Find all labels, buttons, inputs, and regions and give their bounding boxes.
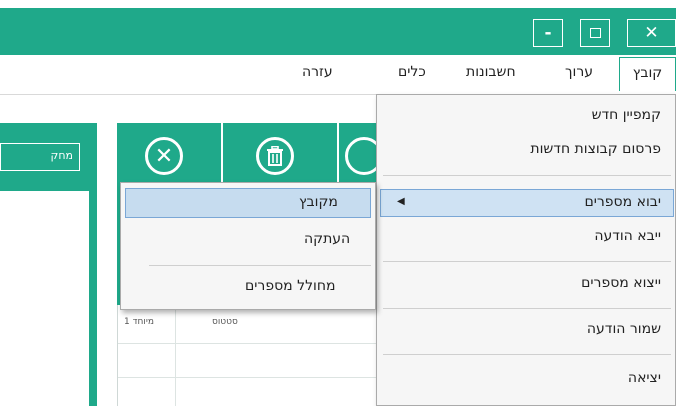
maximize-button[interactable] [580,19,610,47]
file-menu-dropdown: קמפיין חדש פרסום קבוצות חדשות ◀ יבוא מספ… [376,94,676,406]
menu-item-save-message[interactable]: שמור הודעה [587,321,661,337]
menu-separator [383,308,671,309]
menu-separator [383,354,671,355]
menu-edit[interactable]: ערוך [565,64,593,80]
submenu-item-number-generator[interactable]: מחולל מספרים [245,278,336,294]
minimize-button[interactable]: - [533,19,563,47]
maximize-icon [589,28,601,38]
submenu-item-copy[interactable]: העתקה [304,231,350,247]
menu-separator [149,265,371,266]
menu-item-new-campaign[interactable]: קמפיין חדש [592,107,661,123]
menu-help[interactable]: עזרה [302,64,333,80]
menu-separator [383,175,671,176]
submenu-item-from-file[interactable]: מקובץ [299,194,338,210]
menu-bar: קובץ ערוך חשבונות כלים עזרה [0,55,676,95]
close-circle-icon: ✕ [145,137,183,175]
grid-divider [118,377,378,378]
left-panel-list[interactable] [0,191,89,406]
grid-divider [118,343,378,344]
menu-tools[interactable]: כלים [398,64,426,80]
top-strip [0,0,676,8]
menu-separator [383,261,671,262]
toolbar-more-button[interactable] [339,123,383,189]
delete-button[interactable]: מחק [0,143,80,171]
toolbar-trash-button[interactable] [223,123,339,189]
menu-item-import-numbers[interactable]: יבוא מספרים [584,194,661,210]
data-table: מיוחד 1 סטטוס [117,305,378,406]
column-header[interactable]: מיוחד 1 [124,317,154,327]
menu-item-exit[interactable]: יציאה [628,370,661,386]
column-header[interactable]: סטטוס [212,317,238,327]
toolbar-close-button[interactable]: ✕ [117,123,223,189]
menu-accounts[interactable]: חשבונות [466,64,516,80]
menu-item-publish-new-groups[interactable]: פרסום קבוצות חדשות [530,141,661,157]
left-panel: מחק [0,123,97,406]
title-bar: - ✕ [0,8,676,55]
menu-file[interactable]: קובץ [619,57,676,91]
import-submenu: מקובץ העתקה מחולל מספרים [120,182,376,310]
menu-item-export-numbers[interactable]: ייצוא מספרים [581,275,661,291]
submenu-arrow-icon: ◀ [397,196,405,207]
grid-divider [175,305,176,406]
close-button[interactable]: ✕ [627,19,676,47]
trash-icon [256,137,294,175]
menu-item-import-message[interactable]: ייבא הודעה [594,228,661,244]
